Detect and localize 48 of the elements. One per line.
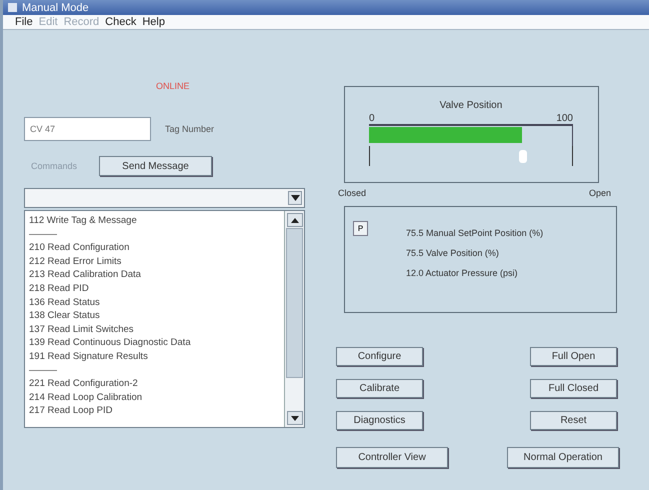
command-item[interactable]: 221 Read Configuration-2 [29,377,284,391]
menu-item[interactable]: Help [142,16,165,28]
scale-min: 0 [369,113,375,124]
tick-mark [572,146,573,166]
action-button[interactable]: Full Closed [530,379,617,398]
separator-line [29,234,57,235]
status-text: ONLINE [156,81,190,91]
action-button[interactable]: Full Open [530,347,617,366]
menu-item[interactable]: Check [105,16,136,28]
menu-item[interactable]: File [15,16,33,28]
open-label: Open [588,188,611,198]
command-item[interactable]: 213 Read Calibration Data [29,268,284,282]
command-item[interactable]: 210 Read Configuration [29,241,284,255]
command-item[interactable]: 214 Read Loop Calibration [29,390,284,404]
command-item[interactable]: 139 Read Continuous Diagnostic Data [29,336,284,350]
tag-field[interactable]: CV 47 [24,117,151,141]
scroll-up-icon[interactable] [286,213,302,227]
action-button[interactable]: Calibrate [336,379,423,398]
readout-text: 75.5 Valve Position (%) [406,249,500,258]
command-item[interactable]: 136 Read Status [29,296,284,310]
action-button[interactable]: Reset [530,411,617,430]
action-button[interactable]: Diagnostics [336,411,423,430]
tick-mark [369,146,370,166]
action-button[interactable]: Configure [336,347,423,366]
readout-text: 12.0 Actuator Pressure (psi) [406,269,519,278]
valve-title: Valve Position [438,100,504,111]
readout-text: 75.5 Manual SetPoint Position (%) [406,229,544,238]
action-button[interactable]: Normal Operation [507,447,619,468]
commands-label: Commands [31,161,78,171]
command-item[interactable]: 137 Read Limit Switches [29,322,284,336]
separator-line [29,370,57,371]
p-button[interactable]: P [353,221,368,236]
action-button[interactable]: Controller View [336,447,448,468]
command-item[interactable]: 217 Read Loop PID [29,404,284,418]
command-item[interactable]: 218 Read PID [29,282,284,296]
command-item[interactable]: 191 Read Signature Results [29,350,284,364]
scroll-down-icon[interactable] [286,411,302,425]
scrollbar[interactable] [284,211,304,427]
app-icon [8,3,17,12]
window-title: Manual Mode [22,2,89,14]
command-dropdown[interactable] [24,188,305,208]
send-message-button[interactable]: Send Message [99,156,212,176]
command-item[interactable]: 212 Read Error Limits [29,254,284,268]
tag-label: Tag Number [165,124,214,134]
closed-label: Closed [338,188,366,198]
command-item[interactable]: 112 Write Tag & Message [29,214,284,228]
scale-max: 100 [556,113,573,124]
command-item[interactable]: 138 Clear Status [29,309,284,323]
